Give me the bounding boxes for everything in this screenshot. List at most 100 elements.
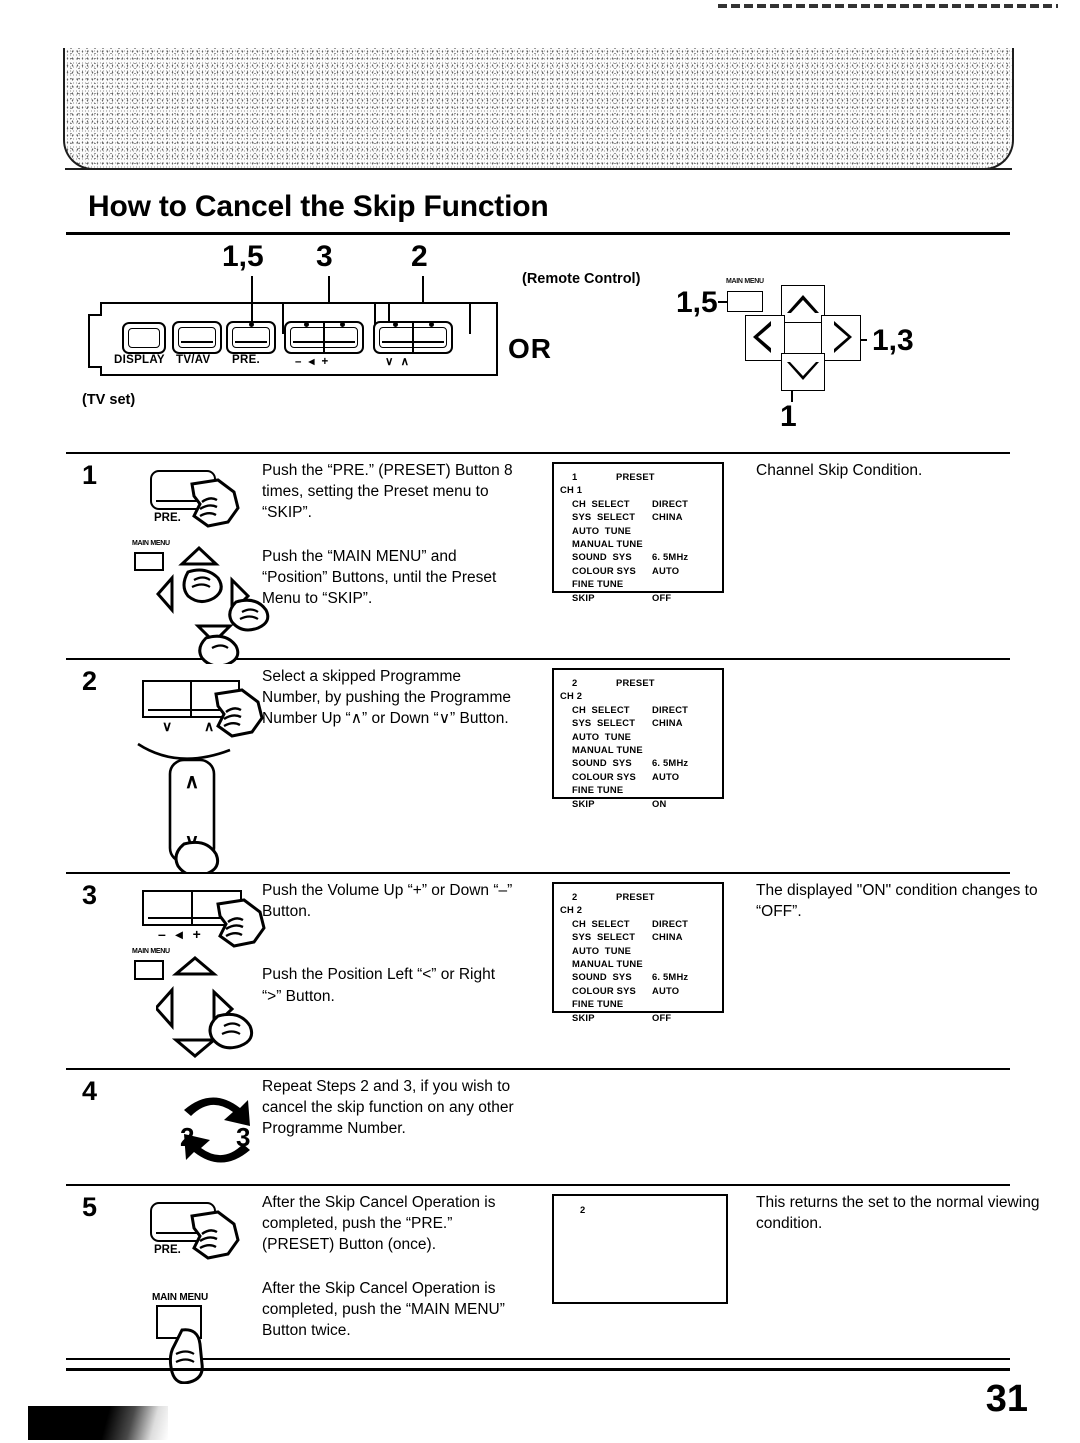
osd-row-label: MANUAL TUNE bbox=[572, 743, 643, 755]
cycle-label-right: 3 bbox=[236, 1122, 250, 1152]
osd-row-value: ON bbox=[652, 797, 667, 809]
osd-programme-number: 2 bbox=[580, 1204, 586, 1215]
step-result: This returns the set to the normal viewi… bbox=[756, 1194, 1040, 1233]
step-row: 5 PRE. MAIN MENU After the Skip Cancel O… bbox=[66, 1184, 1039, 1384]
step-instructions: Repeat Steps 2 and 3, if you wish to can… bbox=[262, 1076, 514, 1154]
osd-row-label: CH SELECT bbox=[572, 497, 630, 509]
leader-line-programme bbox=[422, 276, 424, 304]
or-label: OR bbox=[508, 333, 552, 364]
pre-button[interactable] bbox=[226, 321, 276, 354]
osd-row-value: AUTO bbox=[652, 564, 680, 576]
step-number: 4 bbox=[82, 1076, 98, 1106]
tv-av-button[interactable] bbox=[172, 321, 222, 354]
osd-row-value: CHINA bbox=[652, 931, 683, 943]
display-button[interactable] bbox=[122, 322, 166, 354]
volume-buttons-label: – ◂ + bbox=[295, 356, 331, 368]
osd-row-label: AUTO TUNE bbox=[572, 524, 632, 536]
osd-row-value: DIRECT bbox=[652, 917, 689, 929]
osd-row-label: SKIP bbox=[572, 591, 595, 603]
page-title: How to Cancel the Skip Function bbox=[88, 190, 549, 223]
osd-row-label: COLOUR SYS bbox=[572, 564, 636, 576]
osd-row-label: AUTO TUNE bbox=[572, 944, 632, 956]
svg-text:∧: ∧ bbox=[185, 771, 200, 793]
instruction-line: Repeat Steps 2 and 3, if you wish to can… bbox=[262, 1078, 514, 1138]
tv-front-panel: DISPLAY TV/AV PRE. – ◂ + ∨ ∧ bbox=[88, 302, 498, 376]
position-dpad bbox=[745, 285, 861, 395]
osd-row-label: FINE TUNE bbox=[572, 578, 624, 590]
remote-main-menu-label: MAIN MENU bbox=[726, 278, 764, 285]
osd-row-value: OFF bbox=[652, 591, 672, 603]
osd-channel: CH 2 bbox=[560, 904, 583, 916]
instruction-line: Push the “MAIN MENU” and “Position” Butt… bbox=[262, 547, 497, 608]
scan-corner-artifact bbox=[28, 1406, 168, 1440]
osd-row-label: SKIP bbox=[572, 1011, 595, 1023]
osd-row-label: AUTO TUNE bbox=[572, 730, 632, 742]
hand-pointer-icon bbox=[168, 1328, 204, 1384]
osd-row-value: AUTO bbox=[652, 984, 680, 996]
page-number: 31 bbox=[985, 1378, 1028, 1420]
callout-tv-programme: 2 bbox=[411, 240, 428, 273]
osd-row-label: COLOUR SYS bbox=[572, 770, 636, 782]
pre-button-sketch-label: PRE. bbox=[154, 1244, 181, 1256]
step-row: 1 PRE. MAIN MENU Push the “PRE.” (PRESET… bbox=[66, 452, 1010, 664]
osd-row-value: CHINA bbox=[652, 717, 683, 729]
osd-channel: CH 2 bbox=[560, 690, 583, 702]
step-row: 4 2 3 Repeat Steps 2 and 3, if you wish … bbox=[66, 1068, 1010, 1184]
position-left-button[interactable] bbox=[745, 315, 785, 361]
osd-row-label: SOUND SYS bbox=[572, 551, 632, 563]
volume-buttons[interactable] bbox=[284, 321, 364, 354]
footer-divider bbox=[66, 1368, 1010, 1371]
osd-row-label: SOUND SYS bbox=[572, 971, 632, 983]
osd-screen: 1 PRESET CH 1 CH SELECT DIRECT SYS SELECT C… bbox=[552, 462, 724, 603]
instruction-line: Select a skipped Programme Number, by pu… bbox=[262, 668, 511, 728]
position-down-button[interactable] bbox=[781, 353, 825, 391]
osd-row-label: CH SELECT bbox=[572, 703, 630, 715]
callout-tv-pre: 1,5 bbox=[222, 240, 264, 273]
osd-row-label: SKIP bbox=[572, 797, 595, 809]
programme-buttons-label: ∨ ∧ bbox=[385, 356, 412, 368]
osd-row-label: MANUAL TUNE bbox=[572, 957, 643, 969]
osd-row-label: SYS SELECT bbox=[572, 717, 636, 729]
osd-row-label: SOUND SYS bbox=[572, 757, 632, 769]
pre-button-sketch-label: PRE. bbox=[154, 512, 181, 524]
display-button-label: DISPLAY bbox=[114, 354, 165, 366]
osd-title: PRESET bbox=[616, 471, 655, 482]
position-up-button[interactable] bbox=[781, 285, 825, 323]
step-number: 5 bbox=[82, 1192, 98, 1222]
osd-row-label: COLOUR SYS bbox=[572, 984, 636, 996]
osd-row-label: SYS SELECT bbox=[572, 511, 636, 523]
osd-row-value: 6. 5MHz bbox=[652, 971, 689, 983]
programme-buttons[interactable] bbox=[373, 321, 453, 354]
scan-noise-band bbox=[63, 48, 1014, 170]
osd-programme-number: 2 bbox=[572, 891, 578, 902]
instruction-line: Push the Volume Up “+” or Down “–” Butto… bbox=[262, 882, 513, 921]
instruction-line: After the Skip Cancel Operation is compl… bbox=[262, 1279, 505, 1340]
instruction-line: Push the “PRE.” (PRESET) Button 8 times,… bbox=[262, 462, 513, 522]
osd-row-label: SYS SELECT bbox=[572, 931, 636, 943]
scan-edge-artifact bbox=[718, 4, 1058, 8]
hand-pointer-icon bbox=[190, 478, 240, 528]
instruction-line: After the Skip Cancel Operation is compl… bbox=[262, 1194, 496, 1254]
step-instructions: Push the “PRE.” (PRESET) Button 8 times,… bbox=[262, 460, 514, 623]
osd-screen-blank: 2 bbox=[552, 1194, 728, 1304]
title-divider bbox=[66, 232, 1010, 235]
osd-row-value: AUTO bbox=[652, 770, 680, 782]
step-number: 2 bbox=[82, 666, 98, 696]
cycle-label-left: 2 bbox=[180, 1122, 194, 1152]
callout-tv-volume: 3 bbox=[316, 240, 333, 273]
position-right-button[interactable] bbox=[821, 315, 861, 361]
instruction-line: Push the Position Left “<” or Right “>” … bbox=[262, 966, 496, 1005]
step-row: 2 ∨ ∧ ∧ ∨ Select a skipped Programme Num… bbox=[66, 658, 1010, 872]
main-menu-sketch-label: MAIN MENU bbox=[152, 1292, 208, 1303]
osd-screen: 2 PRESET CH 2 CH SELECT DIRECT SYS SELECT C… bbox=[552, 668, 724, 809]
osd-programme-number: 2 bbox=[572, 677, 578, 688]
step-result: The displayed "ON" condition changes to … bbox=[756, 882, 1038, 921]
remote-stick-sketch: ∧ ∨ bbox=[137, 742, 231, 872]
osd-channel: CH 1 bbox=[560, 484, 583, 496]
osd-row-label: FINE TUNE bbox=[572, 998, 624, 1010]
tv-set-caption: (TV set) bbox=[82, 392, 136, 408]
osd-programme-number: 1 bbox=[572, 471, 578, 482]
osd-row-value: CHINA bbox=[652, 511, 683, 523]
step-row: 3 – ◂ + MAIN MENU Push the Volume Up “+”… bbox=[66, 872, 1038, 1068]
pre-button-label: PRE. bbox=[232, 354, 261, 366]
